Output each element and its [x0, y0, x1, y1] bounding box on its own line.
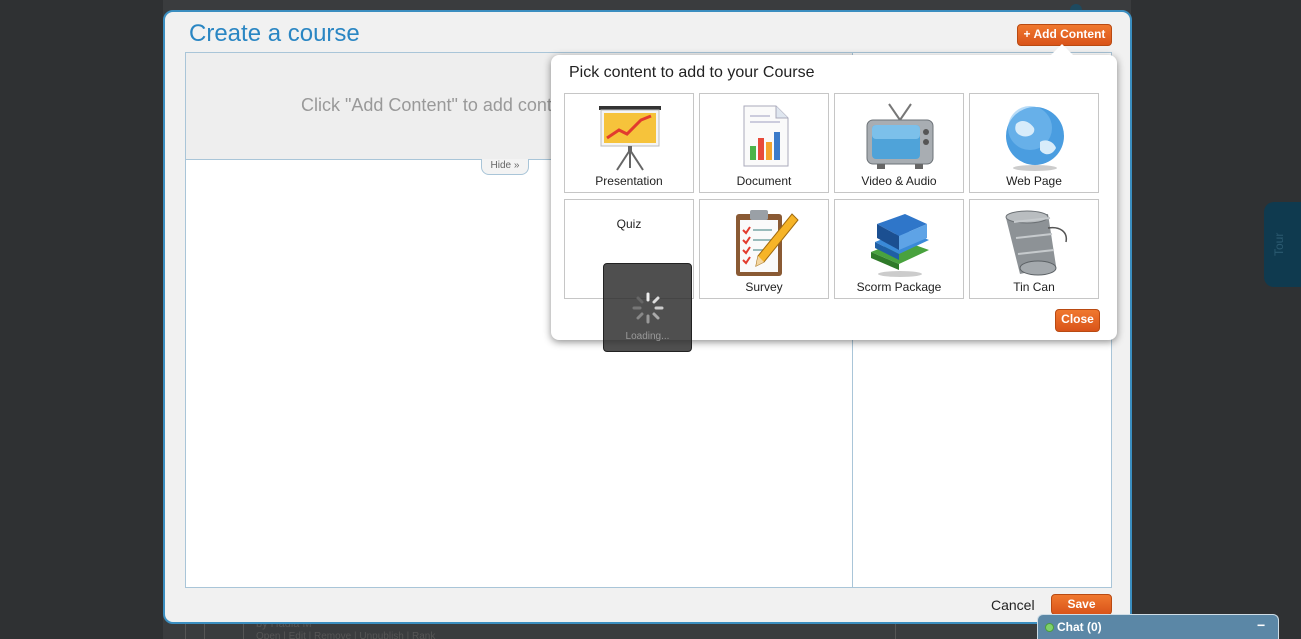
chat-label: Chat (0)	[1057, 620, 1102, 634]
tile-tin-can[interactable]: Tin Can	[969, 199, 1099, 299]
tile-survey[interactable]: Survey	[699, 199, 829, 299]
tile-label: Survey	[745, 280, 783, 294]
tv-icon	[866, 103, 934, 169]
tile-label: Tin Can	[1013, 280, 1055, 294]
globe-icon	[1006, 106, 1064, 171]
tile-video-audio[interactable]: Video & Audio	[834, 93, 964, 193]
tile-label: Quiz	[616, 217, 642, 231]
add-content-placeholder: Click "Add Content" to add content	[301, 95, 577, 115]
modal-title: Create a course	[189, 20, 360, 47]
hide-label: Hide	[490, 160, 512, 171]
online-status-icon	[1045, 623, 1054, 632]
tile-scorm-package[interactable]: Scorm Package	[834, 199, 964, 299]
tour-label: Tour	[1272, 232, 1286, 256]
tile-presentation[interactable]: Presentation	[564, 93, 694, 193]
tile-label: Video & Audio	[861, 174, 937, 188]
tour-tab[interactable]: Tour	[1264, 202, 1301, 287]
spinner-icon	[632, 292, 664, 324]
clipboard-icon	[736, 210, 799, 276]
loading-overlay: Loading...	[603, 263, 692, 352]
minimize-icon[interactable]: −	[1257, 617, 1265, 633]
tin-can-icon	[1005, 210, 1068, 276]
background-avatar	[204, 622, 244, 639]
loading-label: Loading...	[625, 331, 670, 342]
popup-title: Pick content to add to your Course	[569, 64, 815, 81]
tile-document[interactable]: Document	[699, 93, 829, 193]
document-icon	[743, 105, 789, 167]
tile-web-page[interactable]: Web Page	[969, 93, 1099, 193]
add-content-button[interactable]: + Add Content	[1017, 24, 1112, 46]
books-icon	[871, 214, 929, 277]
tile-label: Document	[736, 174, 792, 188]
tile-label: Web Page	[1006, 174, 1062, 188]
cancel-button[interactable]: Cancel	[991, 597, 1035, 613]
popup-arrow	[1051, 44, 1073, 55]
chevron-up-icon: »	[513, 160, 520, 171]
tile-label: Presentation	[595, 174, 663, 188]
save-button[interactable]: Save	[1051, 594, 1112, 615]
presentation-icon	[599, 106, 661, 171]
hide-toggle[interactable]: Hide »	[481, 159, 529, 175]
chat-bar[interactable]: Chat (0) −	[1037, 614, 1279, 639]
close-button[interactable]: Close	[1055, 309, 1100, 332]
tile-label: Scorm Package	[856, 280, 942, 294]
background-links: Open | Edit | Remove | Unpublish | Rank	[256, 631, 436, 639]
